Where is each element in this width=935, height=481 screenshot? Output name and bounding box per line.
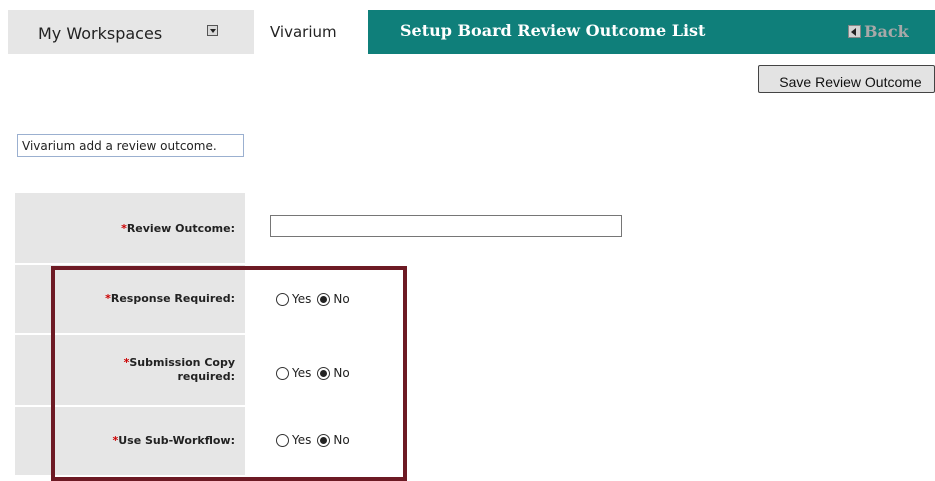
tab-vivarium-label: Vivarium [270,23,337,41]
back-button[interactable]: Back [848,20,909,42]
highlight-box [51,266,407,481]
back-arrow-icon [848,24,861,38]
page-title-bar: Setup Board Review Outcome List Back [368,10,935,54]
save-review-outcome-button[interactable]: Save Review Outcome [758,65,935,93]
my-workspaces-menu[interactable]: My Workspaces [8,10,254,54]
dropdown-arrow-icon[interactable] [207,25,218,36]
label-cell: *Review Outcome: [15,193,245,263]
my-workspaces-label: My Workspaces [38,24,163,43]
back-label: Back [864,21,909,41]
review-outcome-input[interactable] [270,215,622,237]
top-navigation: My Workspaces Vivarium Setup Board Revie… [0,0,935,54]
page-title: Setup Board Review Outcome List [400,21,706,40]
tab-vivarium[interactable]: Vivarium [254,10,368,54]
review-outcome-label: *Review Outcome: [121,222,235,235]
info-message: Vivarium add a review outcome. [17,134,244,157]
